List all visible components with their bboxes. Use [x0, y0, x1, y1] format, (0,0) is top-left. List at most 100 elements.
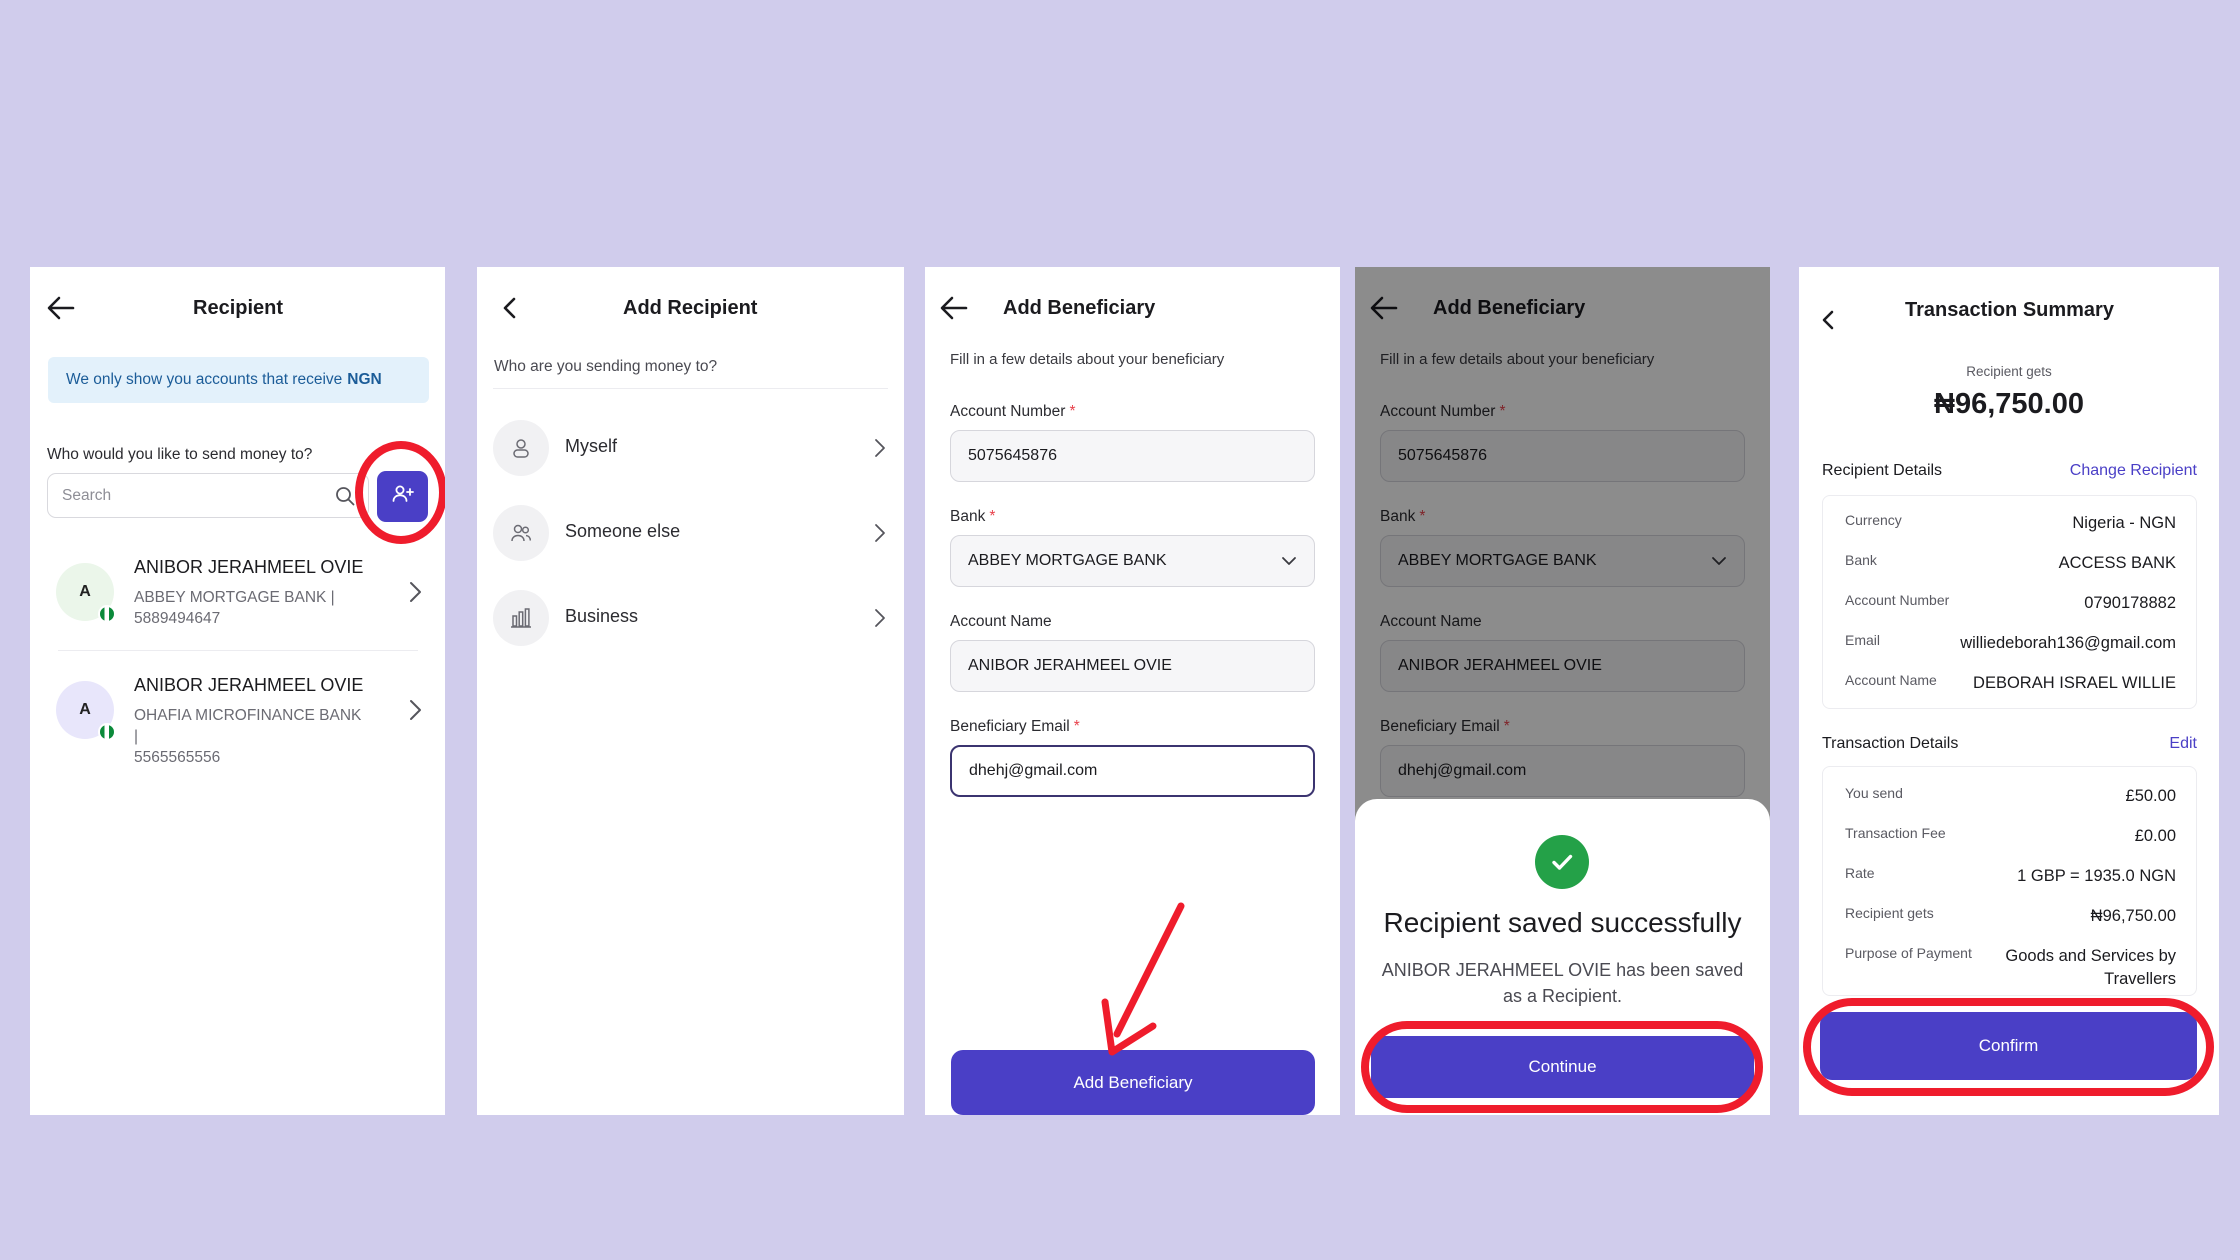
label-text: Beneficiary Email	[950, 718, 1070, 735]
detail-key: Currency	[1845, 512, 1902, 528]
field-value: 5075645876	[968, 447, 1057, 464]
page-title: Add Recipient	[623, 297, 758, 319]
avatar-initial: A	[79, 701, 91, 718]
transaction-summary-screen: Transaction Summary Recipient gets ₦96,7…	[1799, 267, 2219, 1115]
red-arrow-icon	[1101, 902, 1185, 1056]
recipient-account: 5889494647	[134, 610, 221, 627]
send-question: Who are you sending money to?	[494, 358, 718, 375]
field-value: dhehj@gmail.com	[969, 762, 1098, 779]
user-icon	[493, 420, 549, 476]
add-beneficiary-screen: Add Beneficiary Fill in a few details ab…	[925, 267, 1340, 1115]
detail-value: ACCESS BANK	[2058, 554, 2176, 572]
detail-value: 1 GBP = 1935.0 NGN	[2017, 867, 2176, 885]
account-number-label: Account Number *	[950, 403, 1076, 421]
banner-text: We only show you accounts that receive	[66, 371, 343, 388]
recipient-screen: Recipient We only show you accounts that…	[30, 267, 445, 1115]
detail-value: Goods and Services by Travellers	[2005, 947, 2176, 988]
option-business[interactable]: Business	[493, 590, 888, 646]
detail-key: Recipient gets	[1845, 905, 1934, 921]
detail-value: DEBORAH ISRAEL WILLIE	[1973, 674, 2176, 692]
avatar: A	[56, 681, 116, 741]
detail-value: Nigeria - NGN	[2072, 514, 2176, 532]
recipient-name: ANIBOR JERAHMEEL OVIE	[134, 675, 364, 695]
nigeria-flag-icon	[98, 723, 116, 741]
option-myself[interactable]: Myself	[493, 420, 888, 476]
label-text: Bank	[950, 508, 986, 525]
account-number-field[interactable]: 5075645876	[950, 430, 1315, 482]
arrow-left-icon[interactable]	[939, 295, 969, 321]
detail-value: ₦96,750.00	[2090, 907, 2176, 925]
chevron-right-icon	[872, 520, 888, 546]
recipient-details-heading: Recipient Details	[1822, 462, 1943, 479]
add-user-icon	[391, 482, 415, 511]
recipient-bank: OHAFIA MICROFINANCE BANK | 5565565556	[134, 705, 364, 768]
recipient-row[interactable]: A ANIBOR JERAHMEEL OVIE ABBEY MORTGAGE B…	[52, 549, 432, 649]
detail-key: Transaction Fee	[1845, 825, 1946, 841]
chevron-left-icon[interactable]	[495, 295, 525, 321]
chevron-right-icon	[872, 605, 888, 631]
page-title: Transaction Summary	[1905, 299, 2114, 321]
transaction-details-heading: Transaction Details	[1822, 735, 1959, 752]
field-value: ANIBOR JERAHMEEL OVIE	[968, 657, 1172, 674]
option-label: Business	[565, 606, 639, 626]
info-banner: We only show you accounts that receive N…	[48, 357, 429, 403]
recipient-name: ANIBOR JERAHMEEL OVIE	[134, 557, 364, 577]
page-title: Add Beneficiary	[1003, 297, 1156, 319]
search-placeholder: Search	[62, 486, 112, 504]
detail-key: Account Number	[1845, 592, 1950, 608]
chevron-left-icon[interactable]	[1814, 307, 1844, 333]
arrow-left-icon[interactable]	[46, 295, 76, 321]
recipient-details-card: Currency Nigeria - NGN Bank ACCESS BANK Ac…	[1822, 495, 2197, 709]
recipient-gets-label: Recipient gets	[1966, 364, 2052, 379]
detail-value: 0790178882	[2084, 594, 2176, 612]
recipient-account: 5565565556	[134, 749, 221, 766]
detail-value: £50.00	[2125, 787, 2176, 805]
bank-select[interactable]: ABBEY MORTGAGE BANK	[950, 535, 1315, 587]
recipient-bank-name: ABBEY MORTGAGE BANK |	[134, 589, 335, 606]
required-mark: *	[1069, 403, 1076, 420]
form-subtitle: Fill in a few details about your benefic…	[950, 351, 1225, 368]
edit-link[interactable]: Edit	[2169, 735, 2197, 753]
search-icon	[334, 485, 356, 507]
success-sheet: Recipient saved successfully ANIBOR JERA…	[1355, 799, 1770, 1115]
detail-key: Purpose of Payment	[1845, 945, 1972, 961]
recipient-bank-name: OHAFIA MICROFINANCE BANK |	[134, 707, 362, 745]
chevron-right-icon	[406, 579, 424, 605]
amount-display: ₦96,750.00	[1934, 388, 2084, 420]
success-description: ANIBOR JERAHMEEL OVIE has been saved as …	[1381, 960, 1744, 1006]
detail-key: Bank	[1845, 552, 1877, 568]
option-label: Someone else	[565, 521, 681, 541]
bank-label: Bank *	[950, 508, 995, 526]
recipient-row[interactable]: A ANIBOR JERAHMEEL OVIE OHAFIA MICROFINA…	[52, 667, 432, 767]
chart-icon	[493, 590, 549, 646]
chevron-right-icon	[872, 435, 888, 461]
avatar-initial: A	[79, 583, 91, 600]
header-divider	[493, 388, 888, 389]
search-input[interactable]: Search	[47, 473, 369, 518]
check-icon	[1535, 835, 1589, 889]
account-name-field[interactable]: ANIBOR JERAHMEEL OVIE	[950, 640, 1315, 692]
nigeria-flag-icon	[98, 605, 116, 623]
chevron-down-icon	[1280, 552, 1298, 570]
required-mark: *	[1073, 718, 1080, 735]
detail-key: Email	[1845, 632, 1881, 648]
change-recipient-link[interactable]: Change Recipient	[2070, 462, 2197, 480]
add-recipient-screen: Add Recipient Who are you sending money …	[477, 267, 904, 1115]
page-title: Recipient	[193, 297, 284, 319]
add-recipient-button[interactable]	[377, 471, 428, 522]
option-someone-else[interactable]: Someone else	[493, 505, 888, 561]
row-divider	[58, 650, 418, 651]
beneficiary-saved-screen: Add Beneficiary Fill in a few details ab…	[1355, 267, 1770, 1115]
detail-key: You send	[1845, 785, 1903, 801]
detail-key: Rate	[1845, 865, 1875, 881]
account-name-label: Account Name	[950, 613, 1052, 630]
required-mark: *	[989, 508, 996, 525]
email-field[interactable]: dhehj@gmail.com	[950, 745, 1315, 797]
success-title: Recipient saved successfully	[1383, 907, 1742, 938]
highlight-ring	[1803, 998, 2214, 1096]
transaction-details-card: You send £50.00 Transaction Fee £0.00 Rate…	[1822, 766, 2197, 996]
email-label: Beneficiary Email *	[950, 718, 1080, 736]
option-label: Myself	[565, 436, 618, 456]
recipient-bank: ABBEY MORTGAGE BANK | 5889494647	[134, 587, 364, 629]
avatar: A	[56, 563, 116, 623]
